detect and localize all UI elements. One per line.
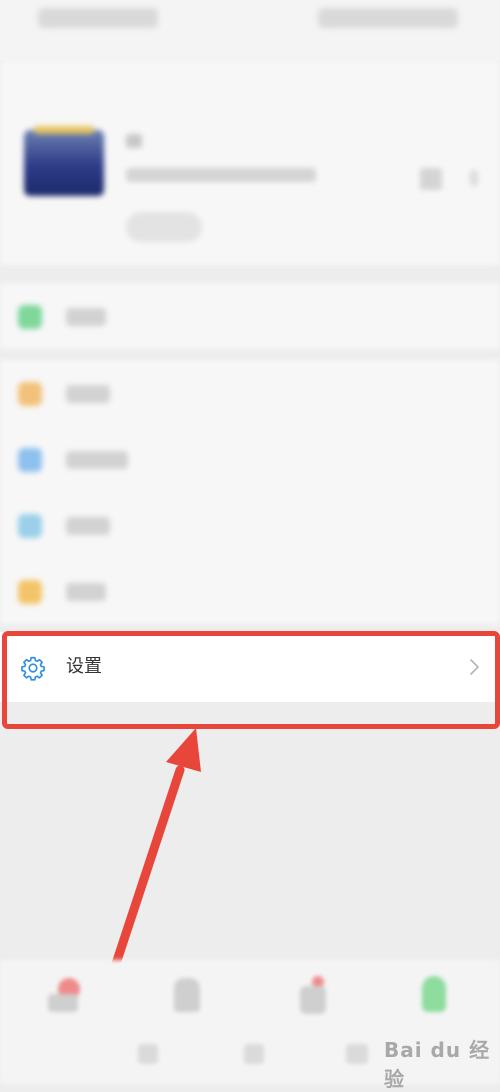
menu-item-blurred[interactable]: [0, 283, 500, 349]
status-bar: [0, 0, 500, 60]
qr-code-icon[interactable]: [420, 168, 442, 190]
status-left-blurred: [38, 8, 158, 28]
tab-icon-blurred[interactable]: [166, 972, 206, 1016]
menu-icon: [18, 448, 42, 472]
menu-item-blurred[interactable]: [0, 426, 500, 492]
menu-label-blurred: [66, 308, 106, 326]
account-id-blurred: [126, 168, 316, 182]
status-right-blurred: [318, 8, 458, 28]
menu-icon: [18, 305, 42, 329]
menu-icon: [18, 580, 42, 604]
menu-group-1-blurred: [0, 283, 500, 349]
menu-item-blurred[interactable]: [0, 558, 500, 624]
menu-item-blurred[interactable]: [0, 492, 500, 558]
gear-icon: [21, 656, 45, 681]
profile-header-blurred[interactable]: [0, 60, 500, 265]
status-button-blurred[interactable]: [126, 212, 202, 242]
tab-icon-blurred[interactable]: [294, 972, 334, 1016]
menu-label-blurred: [66, 451, 128, 469]
menu-item-blurred[interactable]: [0, 360, 500, 426]
menu-group-2-blurred: [0, 360, 500, 624]
menu-label-blurred: [66, 583, 106, 601]
username-blurred: [126, 134, 142, 148]
chevron-right-icon: [470, 170, 478, 186]
screenshot: 设置 Bai du 经验: [0, 0, 500, 1091]
settings-label: 设置: [66, 656, 102, 677]
avatar[interactable]: [24, 126, 104, 196]
menu-label-blurred: [66, 517, 110, 535]
settings-menu-item[interactable]: 设置: [0, 632, 500, 702]
menu-label-blurred: [66, 385, 110, 403]
tab-icon-blurred[interactable]: [414, 972, 454, 1016]
watermark: Bai du 经验: [384, 1038, 491, 1091]
menu-icon: [18, 382, 42, 406]
tab-icon-blurred[interactable]: [44, 972, 84, 1016]
menu-icon: [18, 514, 42, 538]
chevron-right-icon: [470, 659, 479, 675]
